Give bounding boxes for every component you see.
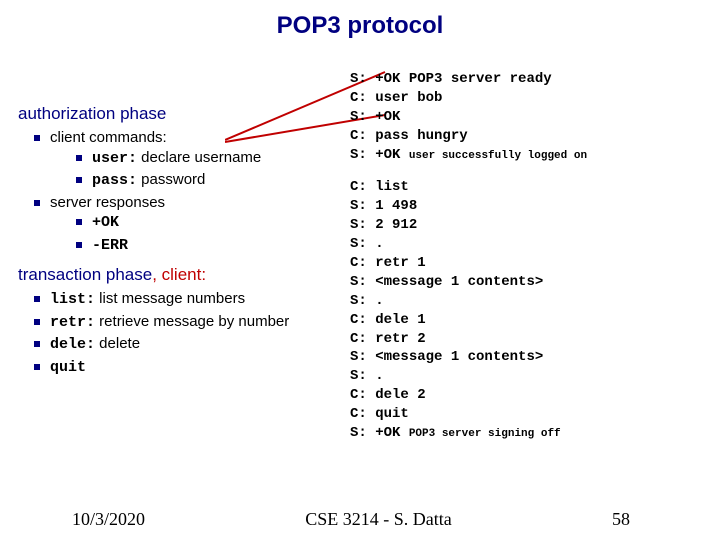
protocol-line: S: . [350, 292, 720, 311]
footer-course: CSE 3214 - S. Datta [305, 509, 452, 530]
content-area: authorization phase client commands: use… [0, 60, 720, 500]
protocol-line: C: dele 2 [350, 386, 720, 405]
protocol-line: S: . [350, 235, 720, 254]
trans-list: list: list message numbers retr: retriev… [18, 289, 340, 377]
auth-ok: +OK [76, 212, 340, 233]
auth-item-client: client commands: user: declare username … [34, 128, 340, 191]
slide-title: POP3 protocol [0, 0, 720, 40]
footer-date: 10/3/2020 [72, 509, 145, 530]
auth-item2-label: server responses [50, 194, 165, 211]
protocol-line: S: +OK user successfully logged on [350, 146, 720, 165]
trans-list-item: list: list message numbers [34, 289, 340, 310]
auth-client-sublist: user: declare username pass: password [50, 148, 340, 191]
auth-err: -ERR [76, 235, 340, 256]
protocol-block-trans: C: listS: 1 498S: 2 912S: .C: retr 1S: <… [350, 178, 720, 442]
protocol-line: S: 2 912 [350, 216, 720, 235]
protocol-line: S: +OK POP3 server ready [350, 70, 720, 89]
auth-pass-cmd: pass: password [76, 170, 340, 191]
protocol-line: S: +OK [350, 108, 720, 127]
trans-retr-item: retr: retrieve message by number [34, 312, 340, 333]
right-column: S: +OK POP3 server readyC: user bobS: +O… [340, 60, 720, 500]
protocol-line: C: retr 1 [350, 254, 720, 273]
protocol-line: C: list [350, 178, 720, 197]
protocol-line: S: 1 498 [350, 197, 720, 216]
protocol-line: S: . [350, 367, 720, 386]
auth-item1-label: client commands: [50, 129, 167, 146]
trans-dele-item: dele: delete [34, 334, 340, 355]
auth-server-sublist: +OK -ERR [50, 212, 340, 255]
auth-heading: authorization phase [18, 104, 340, 124]
auth-list: client commands: user: declare username … [18, 128, 340, 255]
trans-heading: transaction phase, client: [18, 265, 340, 285]
protocol-line: C: retr 2 [350, 330, 720, 349]
auth-user-cmd: user: declare username [76, 148, 340, 169]
protocol-line: S: <message 1 contents> [350, 348, 720, 367]
protocol-block-auth: S: +OK POP3 server readyC: user bobS: +O… [350, 70, 720, 164]
auth-item-server: server responses +OK -ERR [34, 193, 340, 256]
protocol-line: C: quit [350, 405, 720, 424]
protocol-line: S: +OK POP3 server signing off [350, 424, 720, 443]
protocol-line: C: pass hungry [350, 127, 720, 146]
footer-page: 58 [612, 509, 630, 530]
protocol-line: C: dele 1 [350, 311, 720, 330]
left-column: authorization phase client commands: use… [0, 60, 340, 500]
footer: 10/3/2020 CSE 3214 - S. Datta 58 [0, 509, 720, 530]
trans-quit-item: quit [34, 357, 340, 378]
protocol-line: S: <message 1 contents> [350, 273, 720, 292]
protocol-line: C: user bob [350, 89, 720, 108]
